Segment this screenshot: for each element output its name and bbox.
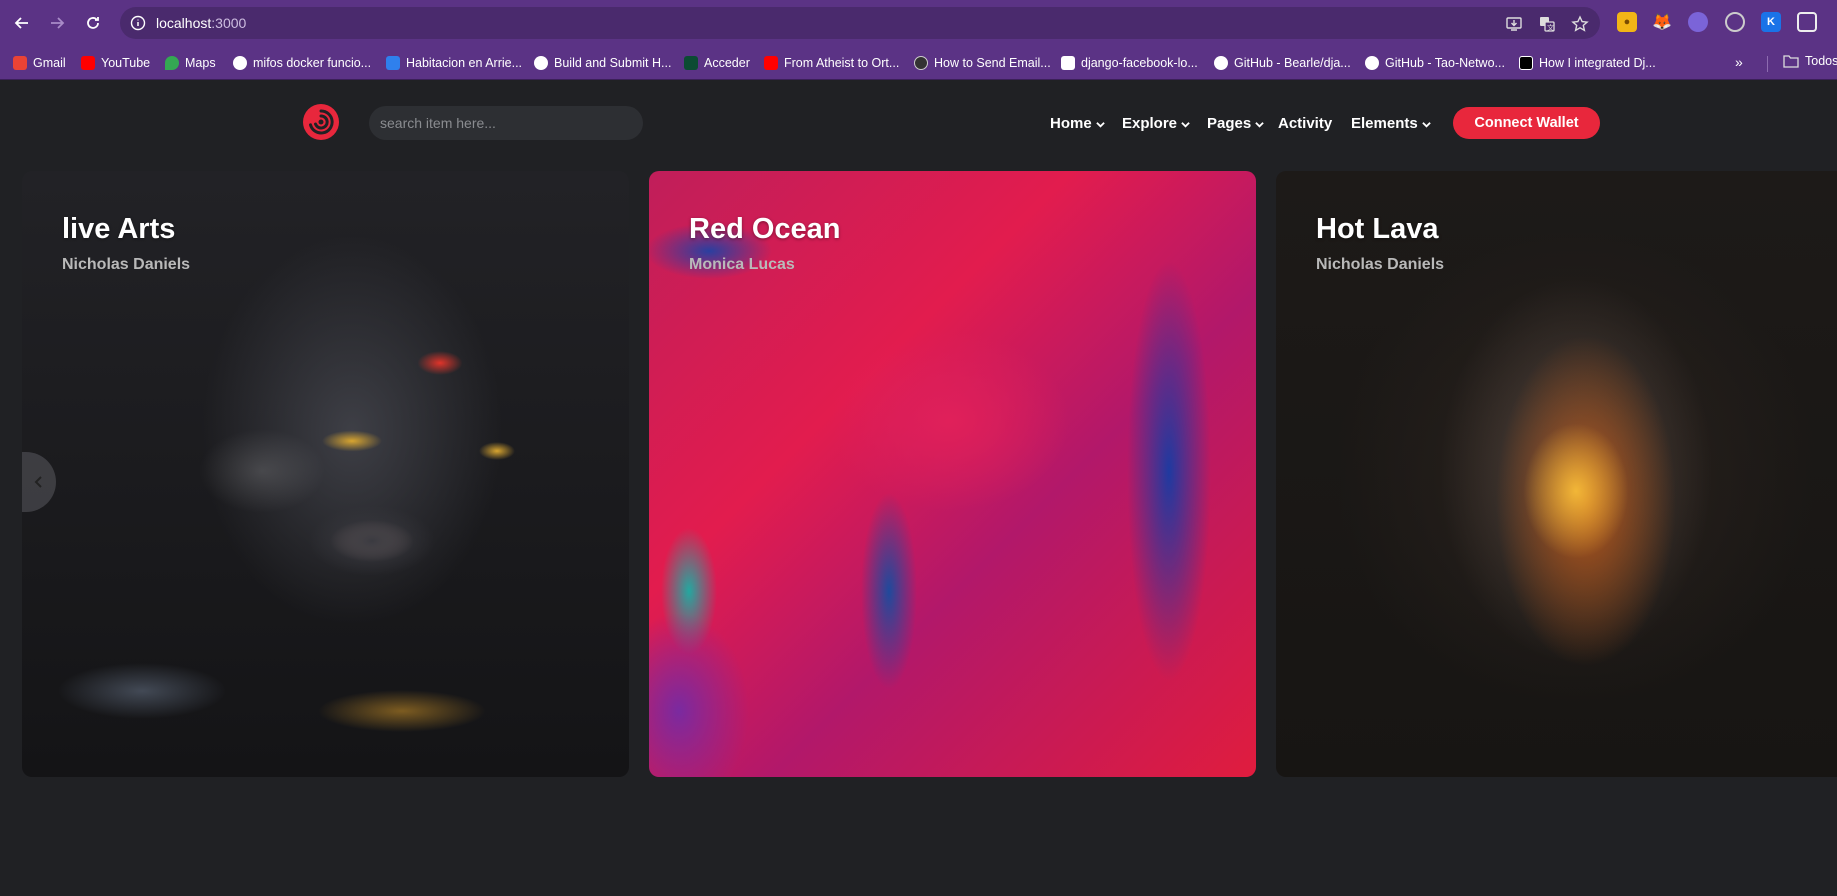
hackerrank-icon: [534, 56, 548, 70]
bookmark-item[interactable]: django-facebook-lo...: [1061, 54, 1198, 72]
browser-toolbar: localhost:3000 文 ● 🦊 K: [0, 0, 1837, 46]
page-icon: [1061, 56, 1075, 70]
medium-icon: [1519, 56, 1533, 70]
url-host: localhost: [156, 15, 212, 31]
url-port: :3000: [211, 15, 247, 31]
extension-icon-1[interactable]: ●: [1617, 12, 1637, 32]
nav-label: Pages: [1207, 114, 1252, 132]
bookmark-item[interactable]: Maps: [165, 54, 216, 72]
carousel-card[interactable]: live Arts Nicholas Daniels: [22, 171, 629, 777]
extensions-puzzle-icon[interactable]: [1797, 12, 1817, 32]
site-icon: [914, 56, 928, 70]
bookmark-label: Habitacion en Arrie...: [406, 56, 523, 70]
divider: [1767, 56, 1768, 72]
url-text[interactable]: localhost:3000: [156, 15, 246, 31]
bookmark-label: How to Send Email...: [934, 56, 1051, 70]
github-icon: [1365, 56, 1379, 70]
extension-icon-3[interactable]: [1688, 12, 1708, 32]
connect-wallet-button[interactable]: Connect Wallet: [1453, 107, 1600, 139]
github-icon: [233, 56, 247, 70]
nav-label: Elements: [1351, 114, 1418, 132]
bookmark-label: Maps: [185, 56, 216, 70]
bookmark-label: Build and Submit H...: [554, 56, 672, 70]
maps-icon: [165, 56, 179, 70]
bookmark-item[interactable]: Habitacion en Arrie...: [386, 54, 522, 72]
bookmark-item[interactable]: YouTube: [81, 54, 150, 72]
translate-icon[interactable]: 文: [1538, 15, 1556, 33]
arrow-left-icon: [14, 17, 28, 29]
bookmark-item[interactable]: How to Send Email...: [914, 54, 1051, 72]
bookmark-label: mifos docker funcio...: [253, 56, 372, 70]
shield-icon: [386, 56, 400, 70]
carousel-card[interactable]: Hot Lava Nicholas Daniels: [1276, 171, 1837, 777]
youtube-icon: [81, 56, 95, 70]
bookmark-label: How I integrated Dj...: [1539, 56, 1656, 70]
django-icon: [684, 56, 698, 70]
nav-label: Explore: [1122, 114, 1178, 132]
nav-explore[interactable]: Explore: [1122, 113, 1190, 133]
bookmark-label: GitHub - Bearle/dja...: [1234, 56, 1351, 70]
card-title: live Arts: [62, 213, 176, 245]
extension-icon-4[interactable]: [1725, 12, 1745, 32]
arrow-right-icon: [51, 17, 65, 29]
bookmark-item[interactable]: Acceder: [684, 54, 750, 72]
search-input[interactable]: [369, 106, 643, 140]
reload-button[interactable]: [79, 9, 107, 37]
bookmark-item[interactable]: GitHub - Tao-Netwo...: [1365, 54, 1505, 72]
chevron-down-icon: [1181, 122, 1190, 128]
bookmark-item[interactable]: How I integrated Dj...: [1519, 54, 1656, 72]
bookmark-item[interactable]: GitHub - Bearle/dja...: [1214, 54, 1351, 72]
site-info-icon[interactable]: [130, 15, 146, 31]
card-title: Red Ocean: [689, 213, 841, 245]
nav-label: Activity: [1278, 114, 1333, 132]
bookmark-item[interactable]: mifos docker funcio...: [233, 54, 371, 72]
bookmarks-bar: Gmail YouTube Maps mifos docker funcio..…: [0, 46, 1837, 80]
nav-activity[interactable]: Activity: [1278, 113, 1332, 133]
nav-pages[interactable]: Pages: [1207, 113, 1264, 133]
bookmark-star-icon[interactable]: [1571, 15, 1589, 33]
bookmark-label: GitHub - Tao-Netwo...: [1385, 56, 1505, 70]
bookmark-label: From Atheist to Ort...: [784, 56, 900, 70]
chevron-down-icon: [1421, 122, 1431, 128]
nav-label: Home: [1050, 114, 1092, 132]
card-author[interactable]: Nicholas Daniels: [62, 256, 190, 274]
bookmarks-overflow-button[interactable]: »: [1735, 54, 1743, 70]
nav-elements[interactable]: Elements: [1351, 113, 1431, 133]
bookmark-item[interactable]: Gmail: [13, 54, 66, 72]
reload-icon: [87, 17, 99, 29]
github-icon: [1214, 56, 1228, 70]
address-bar[interactable]: localhost:3000 文: [120, 7, 1600, 39]
back-button[interactable]: [8, 9, 36, 37]
chevron-left-icon: [34, 476, 42, 488]
bookmark-item[interactable]: From Atheist to Ort...: [764, 54, 899, 72]
card-title: Hot Lava: [1316, 213, 1439, 245]
install-app-icon[interactable]: [1505, 15, 1523, 33]
carousel-card[interactable]: Red Ocean Monica Lucas: [649, 171, 1256, 777]
bookmark-label: YouTube: [101, 56, 151, 70]
svg-text:文: 文: [1547, 23, 1554, 32]
bookmark-label: Gmail: [33, 56, 66, 70]
card-author[interactable]: Monica Lucas: [689, 256, 795, 274]
chevron-down-icon: [1255, 122, 1264, 128]
folder-label: Todos: [1805, 54, 1837, 68]
nav-home[interactable]: Home: [1050, 113, 1105, 133]
bookmark-label: Acceder: [704, 56, 750, 70]
metamask-icon[interactable]: 🦊: [1652, 12, 1672, 32]
site-logo[interactable]: [301, 102, 341, 142]
bookmarks-folder[interactable]: Todos: [1783, 54, 1837, 68]
bookmark-label: django-facebook-lo...: [1081, 56, 1198, 70]
extension-icon-k[interactable]: K: [1761, 12, 1781, 32]
folder-icon: [1783, 55, 1799, 68]
bookmark-item[interactable]: Build and Submit H...: [534, 54, 671, 72]
card-author[interactable]: Nicholas Daniels: [1316, 256, 1444, 274]
chevron-down-icon: [1095, 122, 1105, 128]
gmail-icon: [13, 56, 27, 70]
youtube-icon: [764, 56, 778, 70]
forward-button[interactable]: [43, 9, 71, 37]
